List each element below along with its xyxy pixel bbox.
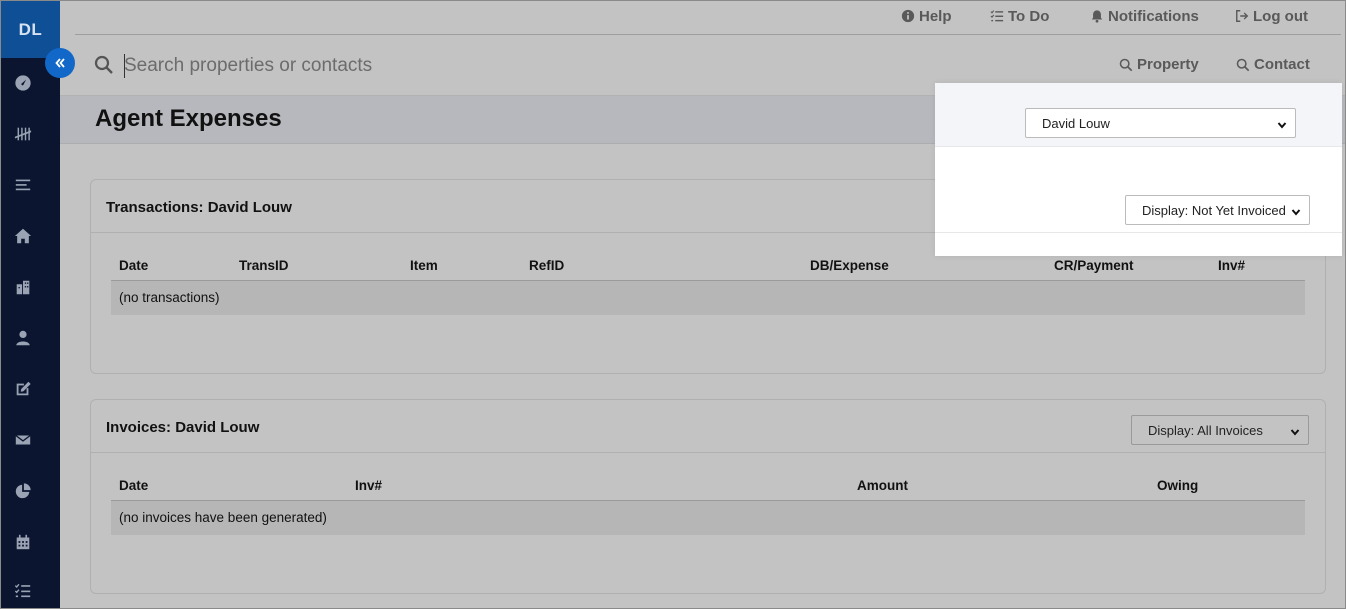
empty-message: (no transactions) xyxy=(119,290,220,305)
column-header[interactable]: Amount xyxy=(857,478,908,493)
chevron-down-icon xyxy=(1291,205,1301,216)
search-scope-contact[interactable]: Contact xyxy=(1236,56,1310,73)
agent-select[interactable]: David Louw xyxy=(1025,108,1296,138)
notifications-link[interactable]: Notifications xyxy=(1090,7,1199,25)
person-icon[interactable] xyxy=(11,326,35,350)
transactions-table: Date TransID Item RefID DB/Expense CR/Pa… xyxy=(111,249,1305,315)
column-header[interactable]: Item xyxy=(410,258,438,273)
divider xyxy=(935,146,1342,147)
text-caret xyxy=(124,54,125,78)
collapse-sidebar-button[interactable] xyxy=(45,48,75,78)
invoices-panel: Invoices: David Louw Display: All Invoic… xyxy=(90,399,1326,594)
sidebar: DL xyxy=(1,1,60,608)
column-header[interactable]: CR/Payment xyxy=(1054,258,1134,273)
list-icon[interactable] xyxy=(11,173,35,197)
todo-link[interactable]: To Do xyxy=(990,7,1049,25)
search-input[interactable] xyxy=(124,52,824,80)
invoices-display-value: Display: All Invoices xyxy=(1148,422,1263,438)
column-header[interactable]: Date xyxy=(119,478,148,493)
tally-icon[interactable] xyxy=(11,122,35,146)
logout-label: Log out xyxy=(1253,7,1308,25)
chevron-down-icon xyxy=(1277,118,1287,129)
edit-icon[interactable] xyxy=(11,377,35,401)
logout-icon xyxy=(1236,10,1249,22)
bell-icon xyxy=(1091,10,1103,23)
home-icon[interactable] xyxy=(11,224,35,248)
info-icon xyxy=(901,9,915,23)
column-header[interactable]: Inv# xyxy=(355,478,382,493)
top-navigation: Help To Do Notifications Log out xyxy=(75,1,1341,35)
column-header[interactable]: Owing xyxy=(1157,478,1198,493)
column-header[interactable]: RefID xyxy=(529,258,564,273)
column-header[interactable]: Date xyxy=(119,258,148,273)
invoices-table-header: Date Inv# Amount Owing xyxy=(111,469,1305,501)
checklist-icon[interactable] xyxy=(11,579,35,603)
column-header[interactable]: TransID xyxy=(239,258,289,273)
search-icon xyxy=(1236,58,1250,71)
transactions-display-value: Display: Not Yet Invoiced xyxy=(1142,202,1286,218)
invoices-display-select[interactable]: Display: All Invoices xyxy=(1131,415,1309,445)
invoices-panel-header: Invoices: David Louw Display: All Invoic… xyxy=(91,400,1325,453)
divider xyxy=(935,232,1342,233)
page-title: Agent Expenses xyxy=(95,105,282,132)
todo-label: To Do xyxy=(1008,7,1050,25)
double-chevron-left-icon xyxy=(55,58,65,68)
empty-message: (no invoices have been generated) xyxy=(119,510,327,525)
column-header[interactable]: Inv# xyxy=(1218,258,1245,273)
dashboard-icon[interactable] xyxy=(11,71,35,95)
table-row: (no invoices have been generated) xyxy=(111,501,1305,535)
building-icon[interactable] xyxy=(11,275,35,299)
agent-select-value: David Louw xyxy=(1042,115,1110,131)
property-label: Property xyxy=(1137,56,1199,73)
pie-chart-icon[interactable] xyxy=(11,479,35,503)
app-window: DL Help To Do Notifications Log out Sear… xyxy=(0,0,1346,609)
invoices-table: Date Inv# Amount Owing (no invoices have… xyxy=(111,469,1305,535)
chevron-down-icon xyxy=(1290,425,1300,436)
transactions-title: Transactions: David Louw xyxy=(106,199,292,216)
calendar-icon[interactable] xyxy=(11,530,35,554)
notifications-label: Notifications xyxy=(1108,7,1199,25)
help-label: Help xyxy=(919,7,952,25)
invoices-title: Invoices: David Louw xyxy=(106,419,260,436)
search-icon xyxy=(1119,58,1133,71)
transactions-display-select[interactable]: Display: Not Yet Invoiced xyxy=(1125,195,1310,225)
mail-icon[interactable] xyxy=(11,428,35,452)
column-header[interactable]: DB/Expense xyxy=(810,258,889,273)
table-row: (no transactions) xyxy=(111,281,1305,315)
search-scope-property[interactable]: Property xyxy=(1119,56,1199,73)
help-link[interactable]: Help xyxy=(901,7,952,25)
checklist-icon xyxy=(990,10,1004,22)
search-icon xyxy=(94,55,114,75)
highlight-region: David Louw Display: Not Yet Invoiced xyxy=(935,83,1342,256)
logout-link[interactable]: Log out xyxy=(1235,7,1308,25)
contact-label: Contact xyxy=(1254,56,1310,73)
